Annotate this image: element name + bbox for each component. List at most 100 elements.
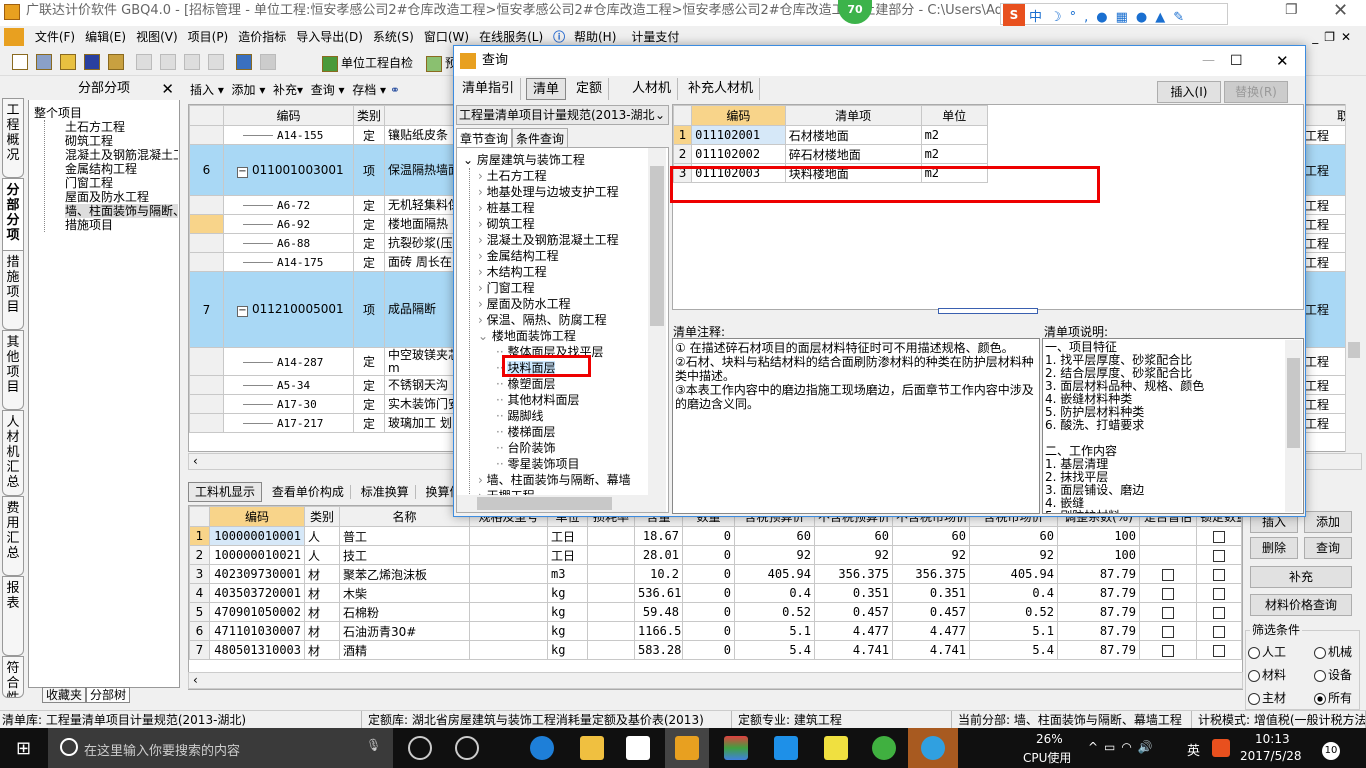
notes-text[interactable]: ① 在描述碎石材项目的面层材料特征时可不用描述规格、颜色。 ②石材、块料与粘结材… bbox=[672, 338, 1040, 514]
cell[interactable]: 4.741 bbox=[814, 640, 893, 660]
dialog-tab-list[interactable]: 清单 bbox=[526, 78, 567, 100]
cell[interactable]: kg bbox=[547, 640, 588, 660]
description-vscrollbar[interactable] bbox=[1285, 340, 1302, 512]
app-link-icon[interactable] bbox=[774, 736, 798, 760]
cell[interactable]: 0 bbox=[682, 545, 735, 565]
tab-labor-material-display[interactable]: 工料机显示 bbox=[188, 482, 263, 502]
estimate-checkbox[interactable] bbox=[1139, 621, 1197, 641]
filter-radio[interactable]: 设备 bbox=[1314, 666, 1352, 683]
cut-icon[interactable] bbox=[135, 54, 152, 70]
tree-node[interactable]: › 土石方工程 bbox=[478, 168, 668, 184]
query-menu[interactable]: 查询 ▾ bbox=[311, 83, 345, 97]
cell[interactable]: 471101030007 bbox=[209, 621, 305, 641]
cell[interactable]: 材 bbox=[304, 640, 340, 660]
cell[interactable]: 技工 bbox=[339, 545, 470, 565]
tree-item[interactable]: 门窗工程 bbox=[65, 176, 178, 190]
clock-date[interactable]: 2017/5/28 bbox=[1240, 749, 1302, 763]
cell[interactable]: 405.94 bbox=[969, 564, 1058, 584]
checkbox[interactable] bbox=[1213, 587, 1225, 600]
tree-node[interactable]: › 屋面及防水工程 bbox=[478, 296, 668, 312]
collapse-icon[interactable]: − bbox=[237, 166, 248, 178]
estimate-checkbox[interactable] bbox=[1139, 583, 1197, 603]
cell[interactable]: 材 bbox=[304, 621, 340, 641]
resource-row[interactable]: 6471101030007材石油沥青30#kg1166.5505.14.4774… bbox=[189, 621, 1242, 641]
spec-select[interactable]: 工程量清单项目计量规范(2013-湖北) ⌄ bbox=[456, 105, 669, 125]
scroll-thumb[interactable] bbox=[650, 166, 664, 326]
cell[interactable]: 402309730001 bbox=[209, 564, 305, 584]
menu-cost-index[interactable]: 造价指标 bbox=[233, 26, 291, 48]
checkbox[interactable] bbox=[1162, 644, 1174, 657]
main-vscrollbar[interactable] bbox=[1345, 104, 1362, 452]
cell[interactable]: 0.457 bbox=[814, 602, 893, 622]
cell[interactable]: 0.52 bbox=[969, 602, 1058, 622]
tab-standard-conversion[interactable]: 标准换算 bbox=[354, 485, 416, 499]
filter-radio[interactable]: 人工 bbox=[1248, 643, 1286, 660]
collapse-icon[interactable]: − bbox=[237, 306, 248, 317]
tab-condition-search[interactable]: 条件查询 bbox=[512, 128, 569, 148]
cell[interactable]: kg bbox=[547, 621, 588, 641]
estimate-checkbox[interactable] bbox=[1139, 640, 1197, 660]
binoculars-icon[interactable]: ⚭ bbox=[390, 83, 400, 97]
col-code[interactable]: 编码 bbox=[223, 105, 354, 126]
cell[interactable]: 4.477 bbox=[814, 621, 893, 641]
tree-leaf[interactable]: ·· 橡塑面层 bbox=[478, 376, 668, 392]
estimate-checkbox[interactable] bbox=[1139, 564, 1197, 584]
vtab-other[interactable]: 其他项目 bbox=[2, 330, 24, 410]
code-cell[interactable]: −011001003001 bbox=[223, 144, 354, 196]
cell[interactable]: 480501310003 bbox=[209, 640, 305, 660]
code-cell[interactable]: 011102001 bbox=[691, 125, 786, 145]
cell[interactable]: 0.457 bbox=[892, 602, 970, 622]
self-check-button[interactable]: 单位工程自检 bbox=[322, 54, 413, 72]
close-tree-icon[interactable]: ✕ bbox=[161, 78, 174, 100]
tree-node[interactable]: › 桩基工程 bbox=[478, 200, 668, 216]
menu-system[interactable]: 系统(S) bbox=[368, 26, 419, 48]
vtab-labor-material[interactable]: 人材机汇总 bbox=[2, 410, 24, 496]
tree-leaf[interactable]: ·· 其他材料面层 bbox=[478, 392, 668, 408]
lock-qty-checkbox[interactable] bbox=[1196, 602, 1242, 622]
mdi-controls[interactable]: _❐✕ bbox=[1307, 26, 1362, 48]
checkbox[interactable] bbox=[1162, 625, 1174, 638]
close-button[interactable]: ✕ bbox=[1333, 0, 1348, 21]
resource-query-button[interactable]: 查询 bbox=[1304, 537, 1352, 559]
open-icon[interactable] bbox=[60, 54, 76, 70]
checkbox[interactable] bbox=[1162, 568, 1174, 581]
scroll-thumb[interactable] bbox=[1348, 342, 1360, 358]
cell[interactable] bbox=[469, 583, 548, 603]
resource-add-button[interactable]: 添加 bbox=[1304, 511, 1352, 533]
cell[interactable] bbox=[587, 602, 635, 622]
task-view-icon[interactable] bbox=[408, 736, 432, 760]
app-menu-icon[interactable] bbox=[4, 28, 24, 46]
resource-row[interactable]: 4 403503720001 材木柴 kg 536.61 0 0.4 0.351 0.351 0.… bbox=[189, 583, 1242, 603]
cell[interactable]: 87.79 bbox=[1057, 640, 1140, 660]
cell[interactable]: 60 bbox=[814, 526, 893, 546]
cell[interactable]: 人 bbox=[304, 545, 340, 565]
dialog-tab-resources[interactable]: 人材机 bbox=[626, 78, 679, 100]
checkbox[interactable] bbox=[1162, 587, 1174, 600]
cell[interactable] bbox=[587, 621, 635, 641]
tree-item[interactable]: 土石方工程 bbox=[65, 120, 178, 134]
chapter-tree-vscrollbar[interactable] bbox=[648, 148, 666, 496]
search-box[interactable]: 在这里输入你要搜索的内容 🎙 bbox=[48, 728, 393, 768]
cell[interactable] bbox=[469, 545, 548, 565]
notification-count[interactable]: 10 bbox=[1322, 742, 1340, 760]
resource-hscrollbar[interactable]: ‹ bbox=[188, 672, 1243, 689]
checkbox[interactable] bbox=[1213, 530, 1225, 543]
undo-icon[interactable] bbox=[235, 54, 252, 70]
cell[interactable]: 0 bbox=[682, 564, 735, 584]
clock-time[interactable]: 10:13 bbox=[1255, 732, 1290, 746]
filter-radio[interactable]: 材料 bbox=[1248, 666, 1286, 683]
cell[interactable]: 18.67 bbox=[634, 526, 683, 546]
lock-qty-checkbox[interactable] bbox=[1196, 640, 1242, 660]
cell[interactable]: 0.351 bbox=[892, 583, 970, 603]
tree-leaf[interactable]: ·· 台阶装饰 bbox=[478, 440, 668, 456]
cell[interactable]: 60 bbox=[734, 526, 815, 546]
tree-leaf[interactable]: ·· 楼梯面层 bbox=[478, 424, 668, 440]
save-icon[interactable] bbox=[84, 54, 100, 70]
dialog-minimize-button[interactable]: — bbox=[1202, 46, 1215, 76]
tree-node[interactable]: › 木结构工程 bbox=[478, 264, 668, 280]
cell[interactable]: 92 bbox=[814, 545, 893, 565]
lock-qty-checkbox[interactable] bbox=[1196, 545, 1242, 565]
app-g-icon[interactable] bbox=[455, 736, 479, 760]
cell[interactable]: kg bbox=[547, 602, 588, 622]
ime-toolbar[interactable]: S 中☽°,●▦●▲✎ bbox=[1000, 3, 1228, 26]
